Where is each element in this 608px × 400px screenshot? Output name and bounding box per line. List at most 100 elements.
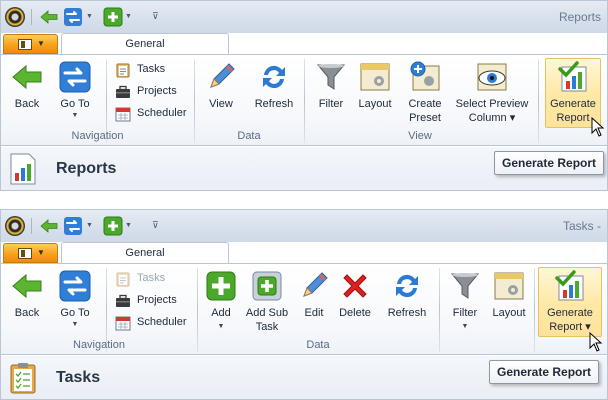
- layout-button[interactable]: Layout: [353, 55, 397, 125]
- chevron-down-icon: ▼: [217, 323, 225, 330]
- select-preview-column-button[interactable]: Select Preview Column ▾: [453, 55, 531, 125]
- tab-general[interactable]: General: [61, 242, 229, 264]
- report-document-icon: [10, 153, 36, 185]
- chevron-down-icon: ▼: [461, 323, 469, 330]
- scheduler-button[interactable]: Scheduler: [115, 313, 191, 333]
- tab-general[interactable]: General: [61, 33, 229, 55]
- projects-label: Projects: [137, 85, 177, 97]
- add-sub-task-button[interactable]: Add Sub Task: [244, 264, 290, 336]
- edit-label: Edit: [304, 307, 324, 319]
- goto-button[interactable]: Go To ▼: [53, 55, 97, 125]
- generate-report-label-1: Generate: [547, 307, 593, 319]
- plus-icon: [206, 271, 236, 301]
- app-logo-icon[interactable]: [5, 216, 25, 236]
- scheduler-label: Scheduler: [137, 107, 187, 119]
- chevron-down-icon: ▼: [37, 39, 45, 48]
- refresh-button[interactable]: Refresh: [384, 264, 430, 334]
- back-label: Back: [14, 98, 40, 110]
- add-label: Add: [211, 307, 231, 319]
- add-sub-task-label-2: Task: [255, 321, 279, 333]
- clipboard-icon: [116, 63, 130, 78]
- calendar-icon: [115, 316, 131, 331]
- customize-qat-icon[interactable]: ⊽: [152, 220, 159, 231]
- customize-qat-icon[interactable]: ⊽: [152, 11, 159, 22]
- reports-window: ▼ ▼ ⊽ Reports ▼ General Back Go To ▼ Tas…: [0, 0, 608, 191]
- application-menu-button[interactable]: ▼: [3, 34, 58, 54]
- refresh-label: Refresh: [254, 98, 294, 110]
- generate-report-tooltip: Generate Report: [489, 360, 600, 384]
- funnel-icon: [316, 64, 346, 90]
- delete-x-icon: [343, 274, 367, 298]
- projects-button[interactable]: Projects: [115, 291, 187, 311]
- arrow-left-icon[interactable]: [39, 216, 59, 236]
- eye-icon: [477, 63, 507, 91]
- briefcase-icon: [116, 85, 130, 98]
- pencil-icon: [303, 272, 328, 297]
- back-button[interactable]: Back: [7, 55, 47, 125]
- view-button[interactable]: View: [201, 55, 241, 125]
- app-logo-icon[interactable]: [5, 7, 25, 27]
- new-preset-icon: [410, 61, 440, 91]
- back-button[interactable]: Back: [7, 264, 47, 334]
- filter-button[interactable]: Filter ▼: [445, 264, 485, 336]
- clipboard-tasks-icon: [10, 363, 36, 394]
- application-menu-button[interactable]: ▼: [3, 243, 58, 263]
- tasks-label: Tasks: [137, 63, 166, 75]
- chevron-down-icon[interactable]: ▼: [86, 13, 93, 20]
- mouse-cursor-icon: [589, 332, 603, 352]
- quick-access-toolbar: ▼ ▼ ⊽ Tasks -: [1, 210, 607, 242]
- group-label-navigation: Navigation: [73, 339, 125, 351]
- arrow-left-icon[interactable]: [39, 7, 59, 27]
- layout-label: Layout: [358, 98, 392, 110]
- goto-label: Go To: [60, 307, 90, 319]
- scheduler-button[interactable]: Scheduler: [115, 104, 191, 124]
- delete-label: Delete: [339, 307, 371, 319]
- group-separator: [439, 268, 440, 352]
- filter-button[interactable]: Filter: [311, 55, 351, 125]
- create-preset-label-2: Preset: [409, 112, 441, 124]
- layout-icon: [494, 272, 524, 300]
- generate-report-button[interactable]: Generate Report ▾: [538, 264, 602, 336]
- tasks-label: Tasks: [137, 272, 166, 284]
- generate-report-label-1: Generate: [550, 98, 596, 110]
- group-label-data: Data: [237, 130, 261, 142]
- window-title: Tasks -: [562, 219, 601, 233]
- qat-separator: [31, 9, 32, 25]
- chevron-down-icon[interactable]: ▼: [125, 222, 132, 229]
- chevron-down-icon[interactable]: ▼: [125, 13, 132, 20]
- calendar-icon: [115, 107, 131, 122]
- chevron-down-icon: ▼: [71, 321, 79, 328]
- tasks-window: ▼ ▼ ⊽ Tasks - ▼ General Back Go To ▼ Tas…: [0, 209, 608, 400]
- ribbon: Back Go To ▼ Tasks Projects Scheduler Na…: [1, 263, 607, 355]
- report-chart-icon: [558, 61, 587, 92]
- view-label: View: [209, 98, 233, 110]
- add-button[interactable]: Add ▼: [202, 264, 240, 336]
- pencil-icon: [210, 63, 235, 88]
- goto-button[interactable]: Go To ▼: [53, 264, 97, 334]
- back-label: Back: [14, 307, 40, 319]
- plus-icon[interactable]: [103, 216, 123, 236]
- chevron-down-icon[interactable]: ▼: [86, 222, 93, 229]
- page-header: Tasks Generate Report: [1, 356, 607, 399]
- add-sub-task-label-1: Add Sub: [245, 307, 289, 319]
- plus-icon[interactable]: [103, 7, 123, 27]
- swap-icon[interactable]: [63, 216, 83, 236]
- arrow-left-icon: [12, 273, 42, 299]
- window-title: Reports: [558, 10, 601, 24]
- page-title: Reports: [56, 160, 117, 177]
- create-preset-button[interactable]: Create Preset: [401, 55, 449, 125]
- swap-icon[interactable]: [63, 7, 83, 27]
- edit-button[interactable]: Edit: [295, 264, 333, 334]
- funnel-icon: [450, 273, 480, 299]
- report-chart-icon: [555, 270, 584, 301]
- layout-label: Layout: [492, 307, 526, 319]
- clipboard-icon: [116, 272, 130, 287]
- tasks-button[interactable]: Tasks: [115, 60, 187, 80]
- delete-button[interactable]: Delete: [335, 264, 375, 334]
- add-sub-task-icon: [252, 271, 282, 301]
- page-header: Reports Generate Report: [1, 147, 607, 190]
- layout-button[interactable]: Layout: [487, 264, 531, 334]
- refresh-button[interactable]: Refresh: [251, 55, 297, 125]
- group-separator: [538, 59, 539, 143]
- projects-button[interactable]: Projects: [115, 82, 187, 102]
